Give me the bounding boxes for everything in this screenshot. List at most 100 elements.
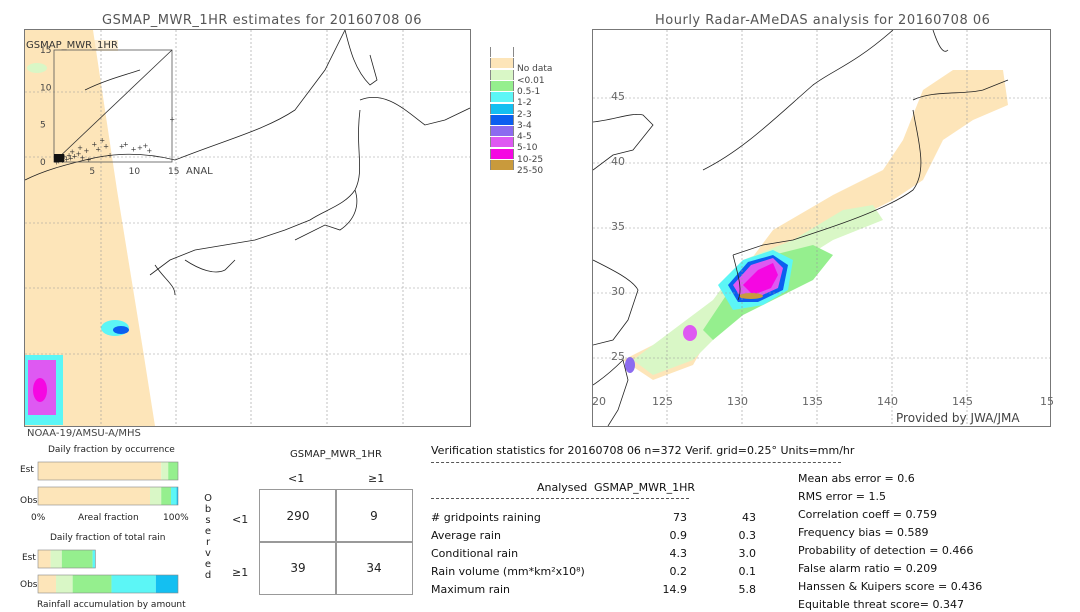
scatter-points: +++++++++++++++++++++++++++ [54, 116, 176, 167]
scatter-point: + [86, 156, 92, 164]
verification-label: # gridpoints raining [431, 511, 541, 524]
latitude-tick: 40 [611, 155, 625, 168]
bar-segment-obs [38, 575, 57, 593]
verification-score: Correlation coeff = 0.759 [798, 508, 937, 521]
legend-swatch [490, 80, 514, 91]
legend-label: 5-10 [517, 143, 538, 154]
legend-swatch [490, 114, 514, 125]
total-rain-chart-title: Daily fraction of total rain [50, 533, 166, 543]
verification-analysed: 0.2 [669, 565, 688, 578]
scatter-inset: +++++++++++++++++++++++++++ 0 5 10 15 5 10 15 [40, 46, 179, 177]
legend-swatch [490, 137, 514, 148]
verification-score: Equitable threat score= 0.347 [798, 598, 964, 611]
right-map-title: Hourly Radar-AMeDAS analysis for 2016070… [655, 13, 991, 28]
observed-letter: e [204, 526, 212, 537]
scatter-point: + [83, 147, 89, 155]
verification-model: 0.1 [738, 565, 757, 578]
observed-letter: v [205, 548, 211, 559]
right-map-canvas [593, 30, 1050, 426]
longitude-tick: 145 [952, 395, 973, 408]
scatter-x-tick: 15 [168, 167, 179, 177]
legend-label: <0.01 [517, 75, 545, 86]
rain-blob [625, 357, 635, 373]
contingency-col-label: <1 [288, 472, 305, 485]
latitude-tick: 35 [611, 220, 625, 233]
scatter-point: + [103, 143, 109, 151]
color-legend: No data <0.01 0.5-1 1-2 2-3 3-4 4-5 5-10 10-25 25… [490, 47, 570, 177]
bar-segment-obs [155, 575, 178, 593]
rain-blob [683, 325, 697, 341]
scatter-y-tick: 15 [40, 46, 51, 56]
bar-segment-obs [111, 575, 156, 593]
legend-swatch [490, 103, 514, 114]
verification-model: 0.3 [738, 529, 757, 542]
verification-score: Frequency bias = 0.589 [798, 526, 929, 539]
observed-letter: b [204, 504, 212, 515]
bar-segment-obs [56, 575, 73, 593]
sensor-label: NOAA-19/AMSU-A/MHS [27, 428, 141, 439]
occurrence-chart [37, 461, 179, 506]
axis-left-label: 0% [31, 513, 46, 523]
scatter-point: + [107, 152, 113, 160]
scatter-x-tick: 10 [129, 167, 141, 177]
legend-label: 25-50 [517, 166, 544, 176]
legend-swatch [490, 126, 514, 137]
bar-segment-est [92, 550, 96, 568]
legend-swatch [490, 47, 514, 57]
verification-model: 3.0 [738, 547, 757, 560]
contingency-title: GSMAP_MWR_1HR [290, 449, 382, 460]
observed-letter: O [204, 493, 212, 504]
latitude-tick: 45 [611, 90, 625, 103]
verification-model: 5.8 [738, 583, 757, 596]
rain-blob [113, 326, 129, 334]
bar-segment-obs [38, 487, 150, 505]
legend-label: 1-2 [517, 98, 532, 109]
total-obs-label: Obs [20, 580, 38, 590]
verification-score: Mean abs error = 0.6 [798, 472, 915, 485]
total-rain-chart [37, 549, 179, 594]
verification-label: Rain volume (mm*km²x10⁸) [431, 565, 585, 578]
scatter-point: + [169, 116, 175, 124]
col-analysed: Analysed [537, 481, 588, 494]
divider [431, 462, 841, 463]
bar-segment-obs [150, 487, 162, 505]
occurrence-est-label: Est [20, 465, 34, 475]
verification-score: Hanssen & Kuipers score = 0.436 [798, 580, 983, 593]
verification-analysed: 14.9 [662, 583, 688, 596]
contingency-cell: 290 [259, 489, 337, 543]
verification-score: False alarm ratio = 0.209 [798, 562, 938, 575]
verification-header: Verification statistics for 20160708 06 … [431, 444, 855, 457]
scatter-y-tick: 5 [40, 121, 46, 131]
occurrence-obs-label: Obs [20, 496, 38, 506]
longitude-tick: 20 [592, 395, 606, 408]
verification-label: Maximum rain [431, 583, 510, 596]
rain-area-max [739, 293, 763, 299]
scatter-point: + [77, 144, 83, 152]
bar-segment-obs [72, 575, 112, 593]
verification-model: 43 [742, 511, 756, 524]
legend-label: 4-5 [517, 132, 532, 143]
observed-letter: s [205, 515, 211, 526]
verification-label: Average rain [431, 529, 501, 542]
scatter-point: + [146, 147, 152, 155]
longitude-tick: 140 [877, 395, 898, 408]
bar-segment-est [61, 550, 93, 568]
contingency-cell: 34 [335, 541, 413, 595]
longitude-tick: 15 [1040, 395, 1054, 408]
total-est-label: Est [22, 553, 36, 563]
divider [431, 498, 689, 499]
contingency-cell: 9 [335, 489, 413, 543]
legend-label: 3-4 [517, 120, 532, 131]
scatter-x-tick: 5 [89, 167, 95, 177]
rain-blob [33, 378, 47, 402]
contingency-cell: 39 [259, 541, 337, 595]
inset-x-label: ANAL [186, 166, 213, 177]
longitude-tick: 125 [652, 395, 673, 408]
scatter-y-tick: 0 [40, 158, 46, 168]
legend-swatch [490, 160, 514, 170]
bar-segment-est [38, 462, 162, 480]
legend-swatch [490, 58, 514, 69]
legend-label: 10-25 [517, 154, 544, 165]
occurrence-chart-title: Daily fraction by occurrence [48, 445, 175, 455]
legend-swatch [490, 92, 514, 103]
